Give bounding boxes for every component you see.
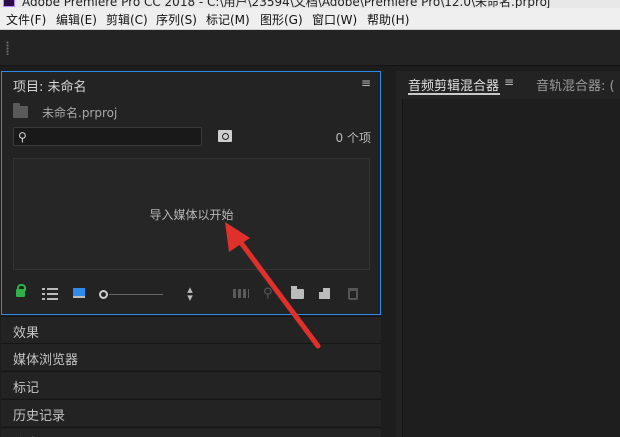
- icon-view-icon[interactable]: [73, 288, 85, 298]
- search-icon[interactable]: ⚲: [18, 130, 27, 144]
- search-input[interactable]: [34, 129, 198, 144]
- markers-panel-label: 标记: [13, 381, 40, 396]
- clear-icon[interactable]: [348, 288, 358, 300]
- premiere-app-icon: [3, 0, 15, 7]
- project-panel-toolbar: ▴ ▾ ⚲: [2, 284, 380, 304]
- workspace-toolbar: [0, 30, 620, 66]
- media-drop-area[interactable]: 导入媒体以开始: [13, 158, 370, 270]
- menu-marker[interactable]: 标记(M): [206, 11, 250, 28]
- zoom-slider-knob[interactable]: [99, 290, 108, 299]
- project-panel-title[interactable]: 项目: 未命名: [13, 76, 87, 95]
- new-item-icon[interactable]: [319, 288, 330, 299]
- new-bin-icon[interactable]: [291, 286, 304, 299]
- info-panel-label: 信息: [13, 433, 39, 437]
- tab-audio-track-mixer[interactable]: 音轨混合器: (: [536, 75, 615, 94]
- tab-audio-clip-mixer-label: 音频剪辑混合器: [408, 79, 500, 94]
- panel-menu-icon[interactable]: ≡: [361, 76, 371, 90]
- mixer-panel-menu-icon[interactable]: ≡: [504, 75, 514, 89]
- zoom-slider-track[interactable]: [109, 294, 163, 295]
- menu-clip[interactable]: 剪辑(C): [106, 11, 148, 28]
- effects-panel-label: 效果: [13, 326, 40, 341]
- project-panel: 项目: 未命名 ≡ 未命名.prproj ⚲ 0 个项 导入媒体以开始 ▴ ▾ ⚲: [1, 71, 381, 315]
- import-media-hint: 导入媒体以开始: [149, 208, 234, 222]
- find-icon[interactable]: ⚲: [263, 286, 273, 302]
- lock-icon[interactable]: [16, 284, 26, 297]
- history-panel-label: 历史记录: [13, 409, 66, 424]
- title-bar: Adobe Premiere Pro CC 2018 - C:\用户\23594…: [0, 0, 620, 8]
- automate-to-sequence-icon[interactable]: [233, 289, 249, 298]
- project-file-name: 未命名.prproj: [42, 106, 118, 120]
- project-folder-icon: [13, 103, 28, 118]
- zoom-slider[interactable]: [99, 290, 165, 300]
- menu-window[interactable]: 窗口(W): [312, 11, 357, 28]
- list-view-icon[interactable]: [42, 288, 58, 300]
- media-browser-panel-tab[interactable]: 媒体浏览器: [1, 343, 381, 370]
- menu-help[interactable]: 帮助(H): [367, 11, 409, 28]
- toolbar-grip-icon[interactable]: [6, 41, 9, 55]
- menu-bar: 文件(F) 编辑(E) 剪辑(C) 序列(S) 标记(M) 图形(G) 窗口(W…: [0, 8, 620, 30]
- search-box[interactable]: ⚲: [13, 127, 202, 146]
- info-panel-tab[interactable]: 信息: [1, 427, 381, 437]
- mixer-content-area: [402, 99, 620, 437]
- media-browser-panel-label: 媒体浏览器: [13, 353, 79, 368]
- audio-mixer-panel: 音频剪辑混合器 ≡ 音轨混合器: (: [396, 71, 620, 437]
- markers-panel-tab[interactable]: 标记: [1, 371, 381, 398]
- history-panel-tab[interactable]: 历史记录: [1, 399, 381, 426]
- item-count: 0 个项: [335, 131, 371, 145]
- window-title: Adobe Premiere Pro CC 2018 - C:\用户\23594…: [22, 0, 551, 8]
- menu-file[interactable]: 文件(F): [6, 11, 46, 28]
- tab-audio-clip-mixer[interactable]: 音频剪辑混合器: [408, 75, 500, 95]
- menu-edit[interactable]: 编辑(E): [56, 11, 97, 28]
- active-tab-underline: [408, 93, 500, 95]
- menu-sequence[interactable]: 序列(S): [156, 11, 197, 28]
- create-search-bin-icon[interactable]: [218, 130, 232, 142]
- sort-icons-icon[interactable]: ▴ ▾: [185, 284, 195, 303]
- effects-panel-tab[interactable]: 效果: [1, 316, 381, 343]
- menu-graphics[interactable]: 图形(G): [260, 11, 303, 28]
